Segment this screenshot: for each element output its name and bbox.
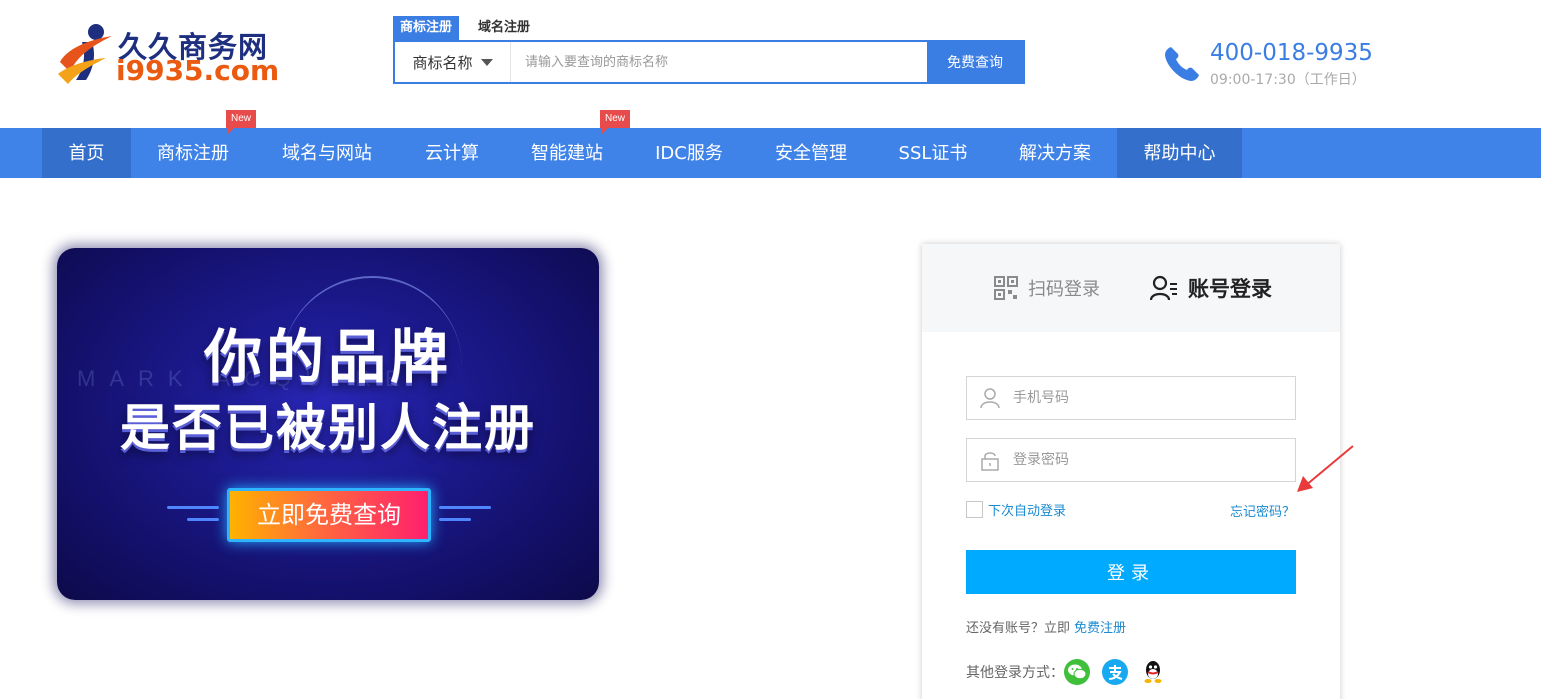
banner-headline: 你的品牌 bbox=[203, 323, 452, 391]
nav-item-security[interactable]: 安全管理 bbox=[762, 128, 860, 178]
nav-item-help[interactable]: 帮助中心 bbox=[1117, 128, 1242, 178]
tab-qr-label: 扫码登录 bbox=[1028, 279, 1100, 300]
phone-field[interactable] bbox=[966, 376, 1296, 420]
user-card-icon bbox=[1150, 275, 1177, 301]
forgot-password-link[interactable]: 忘记密码？ bbox=[1230, 501, 1295, 520]
nav-item-domain-website[interactable]: 域名与网站 bbox=[270, 128, 384, 178]
search-type-label: 商标名称 bbox=[412, 53, 473, 72]
tab-account-label: 账号登录 bbox=[1188, 277, 1272, 301]
register-prompt: 还没有账号？立即 免费注册 bbox=[966, 617, 1126, 636]
banner-subheadline: 是否已被别人注册 bbox=[120, 399, 536, 457]
nav-item-idc[interactable]: IDC服务 bbox=[643, 128, 735, 178]
wechat-icon[interactable] bbox=[1064, 659, 1090, 685]
nav-item-label: 智能建站 bbox=[531, 143, 603, 164]
banner-dash-decoration bbox=[439, 518, 471, 521]
nav-item-home[interactable]: 首页 bbox=[42, 128, 131, 178]
hotline-hours: 09:00-17:30（工作日） bbox=[1210, 72, 1366, 88]
hotline-number: 400-018-9935 bbox=[1210, 40, 1373, 66]
logo-text-en: i9935.com bbox=[116, 54, 280, 87]
banner-dash-decoration bbox=[167, 506, 219, 509]
nav-item-ssl[interactable]: SSL证书 bbox=[888, 128, 978, 178]
search-tab-domain[interactable]: 域名注册 bbox=[471, 16, 537, 40]
login-tabs: 扫码登录 账号登录 bbox=[922, 244, 1340, 332]
banner-dash-decoration bbox=[439, 506, 491, 509]
tab-account-login[interactable]: 账号登录 bbox=[1150, 272, 1272, 304]
nav-item-label: 商标注册 bbox=[157, 143, 229, 164]
logo-mark-icon bbox=[58, 24, 112, 84]
other-login-label: 其他登录方式： bbox=[966, 665, 1064, 681]
register-link[interactable]: 免费注册 bbox=[1074, 621, 1126, 636]
banner-dash-decoration bbox=[187, 518, 219, 521]
password-field[interactable] bbox=[966, 438, 1296, 482]
new-badge: New bbox=[226, 110, 256, 134]
register-prefix: 还没有账号？立即 bbox=[966, 621, 1071, 636]
qq-icon[interactable] bbox=[1140, 659, 1166, 685]
user-icon bbox=[980, 388, 1000, 409]
search-tab-trademark[interactable]: 商标注册 bbox=[393, 16, 460, 40]
remember-me[interactable]: 下次自动登录 bbox=[966, 500, 1066, 519]
site-logo[interactable]: 久久商务网 i9935.com bbox=[56, 22, 280, 88]
main-nav: 首页 商标注册 New 域名与网站 云计算 智能建站 New IDC服务 安全管… bbox=[0, 110, 1541, 178]
remember-checkbox[interactable] bbox=[966, 501, 983, 518]
login-panel: 扫码登录 账号登录 下次自动登录 忘记密 bbox=[922, 244, 1340, 699]
remember-label: 下次自动登录 bbox=[988, 504, 1067, 519]
nav-item-trademark[interactable]: 商标注册 New bbox=[143, 110, 256, 178]
tab-qr-login[interactable]: 扫码登录 bbox=[994, 272, 1100, 304]
nav-item-cloud[interactable]: 云计算 bbox=[412, 128, 492, 178]
search-type-select[interactable]: 商标名称 bbox=[395, 42, 511, 82]
alipay-icon[interactable] bbox=[1102, 659, 1128, 685]
annotation-arrow-icon bbox=[1297, 445, 1354, 492]
search-input[interactable] bbox=[511, 42, 927, 82]
login-button[interactable]: 登录 bbox=[966, 550, 1296, 594]
hotline: 400-018-9935 09:00-17:30（工作日） bbox=[1162, 40, 1402, 90]
phone-input[interactable] bbox=[1013, 390, 1295, 406]
phone-icon bbox=[1165, 47, 1199, 81]
lock-icon bbox=[981, 452, 999, 471]
search-button[interactable]: 免费查询 bbox=[927, 42, 1023, 82]
new-badge: New bbox=[600, 110, 630, 134]
promo-banner[interactable]: MARK ACQUIRE 你的品牌 是否已被别人注册 立即免费查询 bbox=[57, 248, 599, 600]
password-input[interactable] bbox=[1013, 452, 1295, 468]
search-box: 商标名称 免费查询 bbox=[393, 40, 1025, 84]
search-tabs: 商标注册 域名注册 bbox=[393, 16, 537, 40]
nav-item-solutions[interactable]: 解决方案 bbox=[1005, 128, 1105, 178]
qr-code-icon bbox=[994, 276, 1018, 300]
nav-item-smart-site[interactable]: 智能建站 New bbox=[517, 110, 630, 178]
other-login-methods: 其他登录方式： bbox=[966, 658, 1166, 686]
chevron-down-icon bbox=[480, 58, 493, 66]
banner-cta-button[interactable]: 立即免费查询 bbox=[227, 488, 431, 542]
